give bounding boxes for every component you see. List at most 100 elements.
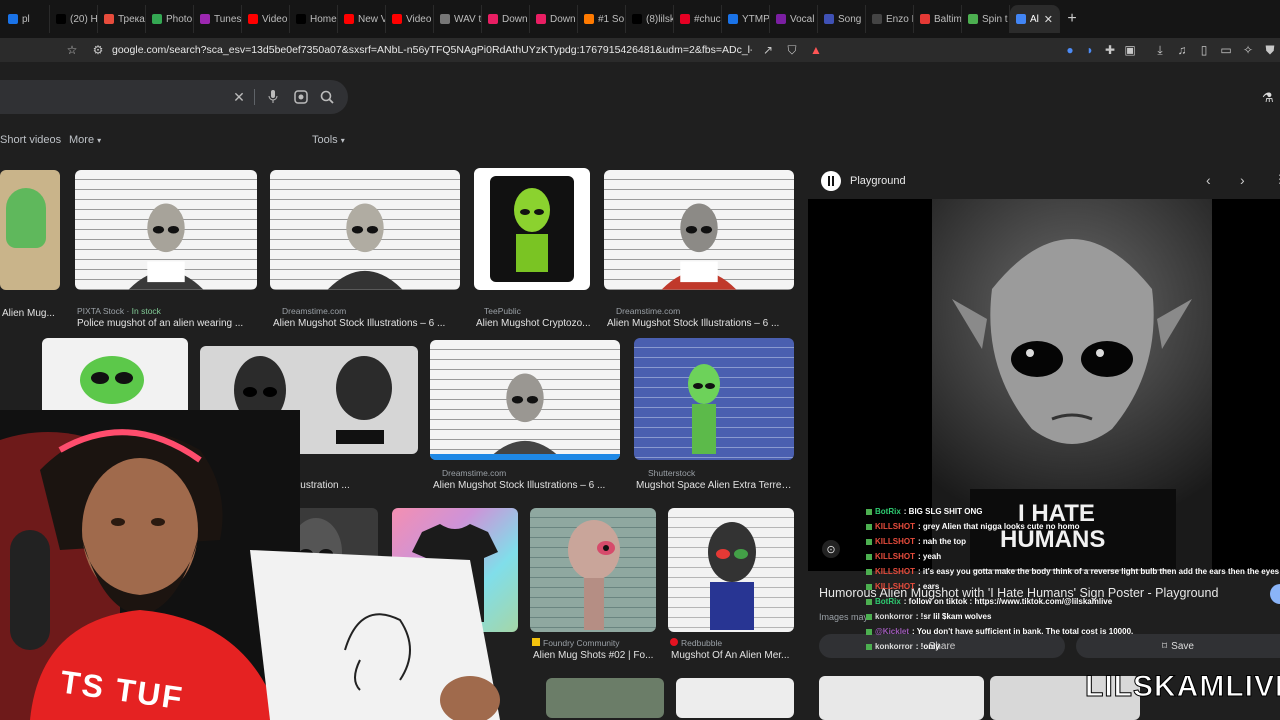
result-caption[interactable]: Alien Mugshot Stock Illustrations – 6 ..… xyxy=(607,318,793,329)
tab-2[interactable]: Трека xyxy=(98,5,146,33)
related-thumb[interactable] xyxy=(819,676,984,720)
lens-icon[interactable] xyxy=(292,88,310,106)
tab-8[interactable]: Video xyxy=(386,5,434,33)
result-thumbnail[interactable] xyxy=(530,508,656,632)
result-card[interactable]: Alien Mug... xyxy=(0,170,62,330)
result-thumbnail[interactable] xyxy=(676,678,794,718)
screenshot-icon[interactable]: ▣ xyxy=(1122,42,1138,58)
brave-shield-icon[interactable]: ⛉ xyxy=(784,42,800,58)
site-info-icon[interactable]: ⚙ xyxy=(90,42,106,58)
alien-figure xyxy=(80,356,144,404)
tab-20[interactable]: Spin t xyxy=(962,5,1010,33)
tab-12[interactable]: #1 So xyxy=(578,5,626,33)
chat-text: : follow on tiktok : https://www.tiktok.… xyxy=(903,597,1113,606)
close-tab-icon[interactable]: ✕ xyxy=(1044,13,1053,26)
tab-5[interactable]: Video xyxy=(242,5,290,33)
result-thumbnail[interactable] xyxy=(0,170,60,290)
x-icon xyxy=(296,14,306,24)
tab-9[interactable]: WAV t xyxy=(434,5,482,33)
chat-text: : nah the top xyxy=(918,537,966,546)
result-caption[interactable]: Mugshot Space Alien Extra Terres... xyxy=(636,480,794,491)
rewards-icon[interactable]: ▲ xyxy=(808,42,824,58)
more-options-icon[interactable]: ⋮ xyxy=(1274,172,1280,186)
tab-21[interactable]: Al ✕ xyxy=(1010,5,1060,33)
badge-icon xyxy=(866,538,872,545)
search-icon[interactable] xyxy=(318,88,336,106)
tab-11[interactable]: Down xyxy=(530,5,578,33)
extension-blue-icon[interactable]: ● xyxy=(1062,42,1078,58)
result-caption[interactable]: Alien Mugshot Cryptozo... xyxy=(476,318,592,329)
lens-search-icon[interactable]: ⊙ xyxy=(822,540,840,558)
preview-site-name[interactable]: Playground xyxy=(850,175,906,187)
result-thumbnail[interactable] xyxy=(604,170,794,290)
tab-1[interactable]: (20) H xyxy=(50,5,98,33)
extension-audio-icon[interactable]: ◗ xyxy=(1082,42,1098,58)
result-card[interactable]: TeePublic Alien Mugshot Cryptozo... xyxy=(474,168,592,330)
share-icon[interactable]: ↗ xyxy=(760,42,776,58)
music-icon[interactable]: ♫ xyxy=(1174,42,1190,58)
result-source: TeePublic xyxy=(484,306,521,316)
result-caption[interactable]: Police mugshot of an alien wearing ... xyxy=(77,318,257,329)
tab-15[interactable]: YTMP xyxy=(722,5,770,33)
wallet-icon[interactable]: ▭ xyxy=(1218,42,1234,58)
result-card[interactable]: Shutterstock Mugshot Space Alien Extra T… xyxy=(634,338,794,500)
leo-icon[interactable]: ✧ xyxy=(1240,42,1256,58)
alien-figure xyxy=(514,188,550,272)
download-icon[interactable]: ⤓ xyxy=(1152,42,1168,58)
shield-icon[interactable]: ⛊ xyxy=(1262,42,1278,58)
search-input[interactable]: ✕ xyxy=(0,80,348,114)
tab-label: Enzo E xyxy=(886,13,913,25)
chevron-down-icon: ▾ xyxy=(97,136,102,145)
chat-message: KILLSHOT: it's easy you gotta make the b… xyxy=(866,564,1280,579)
previous-arrow-icon[interactable]: ‹ xyxy=(1206,172,1211,188)
tab-7[interactable]: New V xyxy=(338,5,386,33)
clear-icon[interactable]: ✕ xyxy=(230,88,248,106)
tab-19[interactable]: Baltim xyxy=(914,5,962,33)
tab-10[interactable]: Down xyxy=(482,5,530,33)
tab-4[interactable]: Tunes xyxy=(194,5,242,33)
result-caption[interactable]: Mugshot Of An Alien Mer... xyxy=(671,650,794,661)
tab-17[interactable]: Song xyxy=(818,5,866,33)
url-field[interactable]: google.com/search?sca_esv=13d5be0ef7350a… xyxy=(112,44,752,56)
result-thumbnail[interactable] xyxy=(546,678,664,718)
result-thumbnail[interactable] xyxy=(75,170,257,290)
youtube-icon xyxy=(344,14,354,24)
result-caption[interactable]: Alien Mug... xyxy=(2,308,60,319)
next-arrow-icon[interactable]: › xyxy=(1240,172,1245,188)
tab-6[interactable]: Home xyxy=(290,5,338,33)
filter-short-videos[interactable]: Short videos xyxy=(0,134,61,146)
tab-3[interactable]: Photo xyxy=(146,5,194,33)
new-tab-button[interactable]: + xyxy=(1060,10,1084,28)
result-caption[interactable]: Alien Mug Shots #02 | Fo... xyxy=(533,650,656,661)
result-thumbnail[interactable] xyxy=(270,170,460,290)
tab-label: Song xyxy=(838,13,862,25)
result-card[interactable]: PIXTA Stock · In stock Police mugshot of… xyxy=(75,170,257,330)
tab-label: #1 So xyxy=(598,13,625,25)
extensions-icon[interactable]: ✚ xyxy=(1102,42,1118,58)
tab-13[interactable]: (8)lilsk xyxy=(626,5,674,33)
result-caption[interactable]: Alien Mugshot Stock Illustrations – 6 ..… xyxy=(273,318,459,329)
microphone-icon[interactable] xyxy=(264,88,282,106)
result-card[interactable]: Redbubble Mugshot Of An Alien Mer... xyxy=(668,508,794,668)
tab-18[interactable]: Enzo E xyxy=(866,5,914,33)
alien-figure xyxy=(128,203,204,290)
filter-more[interactable]: More ▾ xyxy=(69,134,101,146)
tab-0[interactable]: pl xyxy=(2,5,50,33)
result-card[interactable]: Dreamstime.com Alien Mugshot Stock Illus… xyxy=(604,170,794,330)
tab-14[interactable]: #chuc xyxy=(674,5,722,33)
result-card[interactable]: Dreamstime.com Alien Mugshot Stock Illus… xyxy=(270,170,460,330)
tab-16[interactable]: Vocal xyxy=(770,5,818,33)
sidebar-icon[interactable]: ▯ xyxy=(1196,42,1212,58)
result-card[interactable] xyxy=(546,678,664,718)
bookmark-icon[interactable]: ☆ xyxy=(64,42,80,58)
result-thumbnail[interactable] xyxy=(668,508,794,632)
result-thumbnail[interactable] xyxy=(634,338,794,460)
result-card[interactable] xyxy=(676,678,794,718)
filter-tools-label: Tools xyxy=(312,134,338,146)
filter-tools[interactable]: Tools ▾ xyxy=(312,134,345,146)
stream-chat-overlay: BotRix: BIG SLG SHIT ONG KILLSHOT: grey A… xyxy=(866,504,1280,654)
result-card[interactable]: Foundry Community Alien Mug Shots #02 | … xyxy=(530,508,656,668)
labs-icon[interactable]: ⚗ xyxy=(1262,90,1274,106)
alien-figure xyxy=(568,520,620,630)
result-thumbnail[interactable] xyxy=(474,168,590,290)
